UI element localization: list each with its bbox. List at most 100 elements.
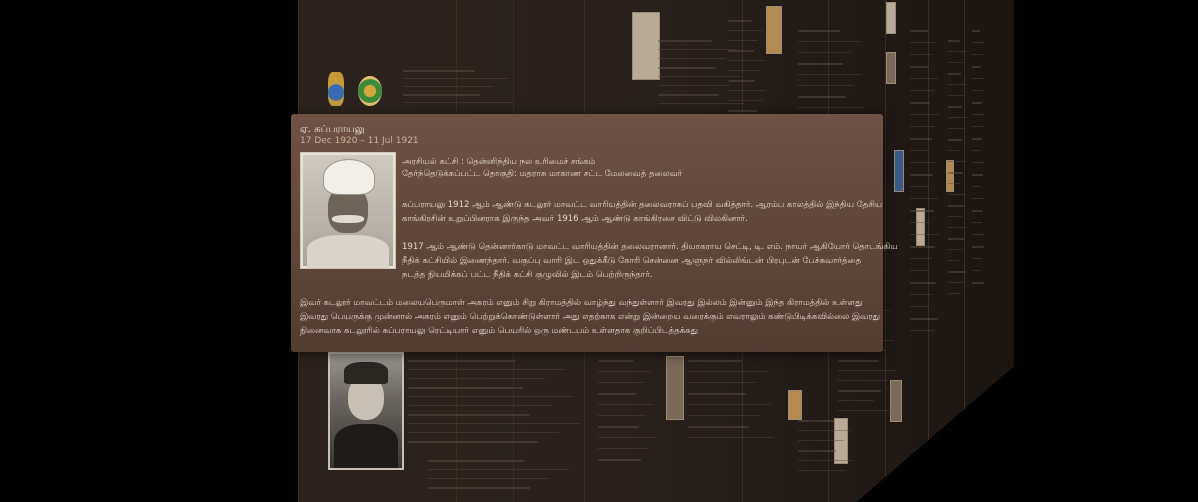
timeline-text-line [658, 49, 738, 50]
timeline-portrait-thumbnail[interactable] [632, 12, 660, 80]
timeline-text-line [798, 440, 844, 441]
timeline-text-line [798, 470, 846, 471]
timeline-text-line [972, 90, 984, 91]
timeline-text-line [972, 102, 982, 104]
timeline-text-line [408, 369, 567, 370]
timeline-text-line [948, 183, 961, 184]
timeline-text-line [948, 293, 961, 294]
timeline-text-line [910, 42, 937, 43]
timeline-text-line [910, 222, 931, 223]
timeline-portrait-thumbnail[interactable] [788, 390, 802, 420]
timeline-text-line [403, 86, 495, 87]
timeline-text-line [688, 393, 746, 395]
timeline-text-line [972, 258, 983, 259]
timeline-text-line [728, 40, 759, 41]
timeline-text-line [798, 96, 846, 98]
timeline-text-line [798, 74, 863, 75]
timeline-text-line [598, 415, 646, 416]
timeline-text-line [972, 54, 983, 55]
timeline-text-line [910, 210, 934, 212]
timeline-text-line [948, 139, 963, 141]
timeline-text-line [838, 390, 882, 392]
timeline-portrait-thumbnail[interactable] [886, 52, 896, 84]
timeline-text-line [948, 150, 960, 151]
biography-paragraph-1-line: காங்கிரசின் உறுப்பினராக இருந்த அவர் 1916… [402, 214, 748, 224]
timeline-text-line [728, 90, 767, 91]
timeline-text-line [688, 426, 750, 428]
timeline-text-line [910, 114, 939, 115]
timeline-text-line [910, 66, 930, 68]
timeline-text-line [798, 30, 840, 32]
timeline-text-line [972, 174, 983, 176]
timeline-text-line [598, 404, 654, 405]
timeline-text-line [408, 441, 538, 443]
timeline-text-line [658, 85, 730, 86]
timeline-text-line [798, 85, 854, 86]
timeline-text-line [910, 330, 934, 331]
timeline-text-line [972, 270, 981, 271]
timeline-text-line [403, 102, 514, 103]
timeline-text-line [948, 282, 964, 283]
timeline-portrait-thumbnail[interactable] [894, 150, 904, 192]
timeline-text-line [598, 459, 642, 461]
timeline-text-line [910, 174, 933, 176]
timeline-text-line [598, 371, 651, 372]
state-seal-icon [358, 76, 382, 106]
timeline-portrait-thumbnail[interactable] [666, 356, 684, 420]
timeline-text-line [658, 76, 741, 77]
person-detail-card[interactable]: ஏ. சுப்பராயலு 17 Dec 1920 – 11 Jul 1921 … [291, 114, 898, 352]
timeline-text-line [838, 370, 896, 371]
term-dates: 17 Dec 1920 – 11 Jul 1921 [300, 136, 419, 146]
timeline-text-line [910, 234, 939, 235]
timeline-text-line [408, 432, 560, 433]
timeline-portrait-thumbnail[interactable] [890, 380, 902, 422]
timeline-text-line [598, 448, 649, 449]
timeline-text-line [688, 382, 757, 383]
timeline-text-line [838, 410, 891, 411]
timeline-text-line [972, 30, 981, 32]
timeline-text-line [948, 161, 966, 162]
timeline-text-line [972, 138, 983, 140]
timeline-portrait-thumbnail[interactable] [886, 2, 896, 34]
timeline-text-line [910, 102, 931, 104]
timeline-portrait-thumbnail[interactable] [916, 208, 925, 246]
timeline-text-line [658, 40, 712, 42]
timeline-text-line [910, 54, 933, 55]
timeline-text-line [948, 128, 965, 129]
timeline-text-line [728, 80, 756, 82]
timeline-text-line [972, 210, 984, 212]
timeline-text-line [838, 360, 879, 362]
timeline-text-line [403, 78, 509, 79]
timeline-text-line [688, 415, 760, 416]
timeline-text-line [910, 282, 937, 284]
timeline-text-line [910, 78, 938, 79]
timeline-portrait-thumbnail[interactable] [328, 352, 404, 470]
timeline-text-line [598, 382, 644, 383]
timeline-text-line [408, 387, 524, 389]
timeline-portrait-thumbnail[interactable] [766, 6, 782, 54]
timeline-text-line [688, 371, 768, 372]
timeline-text-line [728, 70, 760, 71]
timeline-text-line [428, 469, 569, 470]
biography-paragraph-2-line: நடத்த நியமிக்கப் பட்ட நீதிக் கட்சி குழுவ… [402, 270, 653, 280]
timeline-text-line [798, 63, 843, 65]
timeline-text-line [972, 66, 981, 68]
timeline-text-line [910, 198, 938, 199]
timeline-text-line [408, 414, 531, 416]
timeline-text-line [948, 216, 962, 217]
timeline-text-line [910, 162, 937, 163]
timeline-text-line [598, 437, 656, 438]
timeline-text-line [972, 150, 981, 151]
timeline-text-line [728, 30, 764, 31]
timeline-text-line [972, 198, 985, 199]
timeline-text-line [948, 194, 967, 195]
timeline-text-line [972, 78, 985, 79]
timeline-text-line [408, 423, 581, 424]
timeline-text-line [972, 234, 986, 235]
timeline-text-line [972, 162, 985, 163]
timeline-text-line [910, 318, 938, 320]
timeline-text-line [910, 258, 932, 259]
timeline-portrait-thumbnail[interactable] [834, 418, 848, 464]
timeline-portrait-thumbnail[interactable] [946, 160, 954, 192]
timeline-text-line [798, 450, 837, 452]
